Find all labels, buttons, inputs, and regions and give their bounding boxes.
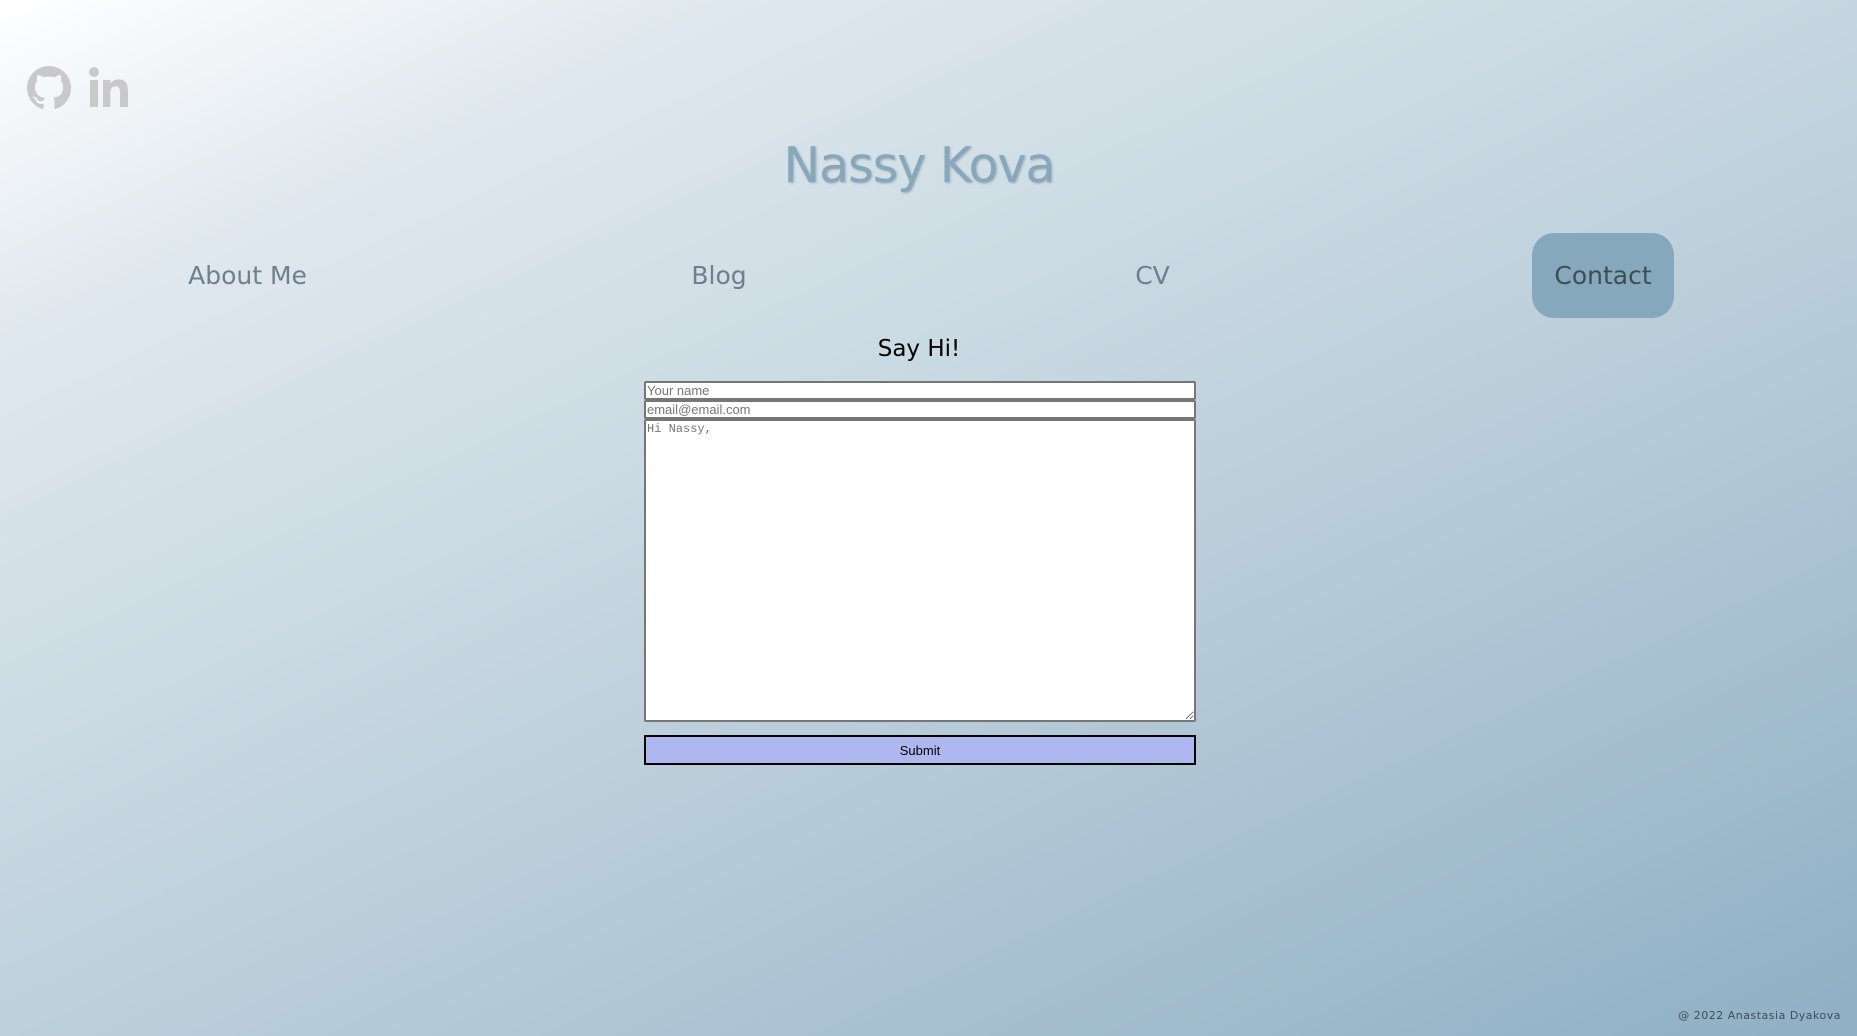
footer-copyright: @ 2022 Anastasia Dyakova — [1678, 1009, 1841, 1022]
site-title: Nassy Kova — [783, 137, 1055, 194]
nav-item-blog[interactable]: Blog — [680, 233, 758, 318]
github-icon[interactable] — [27, 66, 71, 110]
linkedin-icon[interactable] — [87, 66, 131, 110]
nav-item-about-me[interactable]: About Me — [170, 233, 325, 318]
social-links — [27, 66, 131, 110]
message-textarea[interactable] — [644, 419, 1196, 722]
name-input[interactable] — [644, 381, 1196, 400]
nav-item-cv[interactable]: CV — [1125, 233, 1180, 318]
contact-form-title: Say Hi! — [877, 336, 961, 362]
nav-item-contact[interactable]: Contact — [1532, 233, 1674, 318]
submit-button[interactable]: Submit — [644, 735, 1196, 765]
email-input[interactable] — [644, 400, 1196, 419]
contact-form: Submit — [644, 381, 1196, 765]
